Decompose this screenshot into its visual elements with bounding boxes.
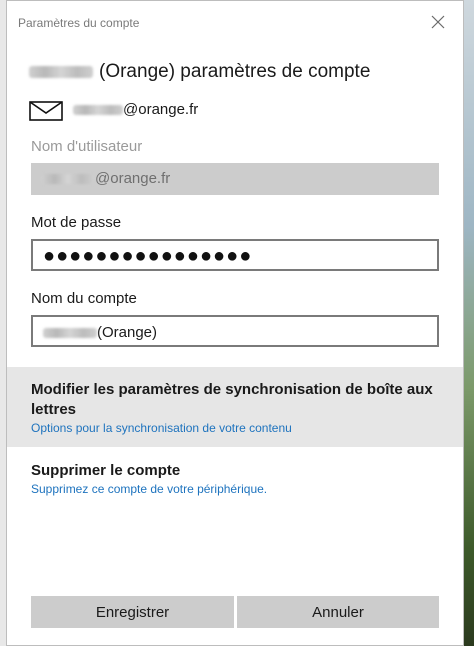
- username-domain: @orange.fr: [95, 170, 171, 187]
- save-button[interactable]: Enregistrer: [31, 596, 234, 628]
- sync-settings-item[interactable]: Modifier les paramètres de synchronisati…: [7, 367, 463, 447]
- account-email: @orange.fr: [73, 101, 198, 118]
- cancel-button[interactable]: Annuler: [237, 596, 439, 628]
- mail-icon: [29, 101, 63, 121]
- account-name-label: Nom du compte: [31, 290, 137, 307]
- page-title: (Orange) paramètres de compte: [29, 61, 370, 83]
- delete-account-subtitle: Supprimez ce compte de votre périphériqu…: [31, 482, 268, 496]
- account-name-value: (Orange): [43, 324, 157, 341]
- account-email-domain: @orange.fr: [123, 101, 199, 118]
- account-settings-dialog: Paramètres du compte (Orange) paramètres…: [6, 0, 464, 646]
- redacted-email-user: [73, 105, 123, 116]
- redacted-account-name: [29, 65, 93, 78]
- username-label: Nom d'utilisateur: [31, 138, 143, 155]
- sync-settings-title: Modifier les paramètres de synchronisati…: [31, 381, 433, 418]
- redacted-account-name-value: [43, 328, 97, 339]
- password-field[interactable]: ●●●●●●●●●●●●●●●●: [31, 239, 439, 271]
- account-name-suffix: (Orange): [97, 324, 158, 341]
- username-value: @orange.fr: [41, 170, 170, 187]
- delete-account-title: Supprimer le compte: [31, 462, 181, 479]
- close-icon[interactable]: [431, 15, 445, 29]
- redacted-username: [41, 174, 95, 185]
- password-value: ●●●●●●●●●●●●●●●●: [43, 245, 253, 267]
- delete-account-item[interactable]: Supprimer le compte Supprimez ce compte …: [7, 453, 463, 503]
- page-title-text: (Orange) paramètres de compte: [99, 61, 371, 82]
- dialog-title: Paramètres du compte: [18, 16, 140, 30]
- background-wallpaper: [464, 0, 474, 646]
- sync-settings-subtitle: Options pour la synchronisation de votre…: [31, 421, 292, 435]
- password-label: Mot de passe: [31, 214, 122, 231]
- dialog-titlebar: Paramètres du compte: [7, 1, 463, 45]
- account-name-field[interactable]: (Orange): [31, 315, 439, 347]
- username-field: @orange.fr: [31, 163, 439, 195]
